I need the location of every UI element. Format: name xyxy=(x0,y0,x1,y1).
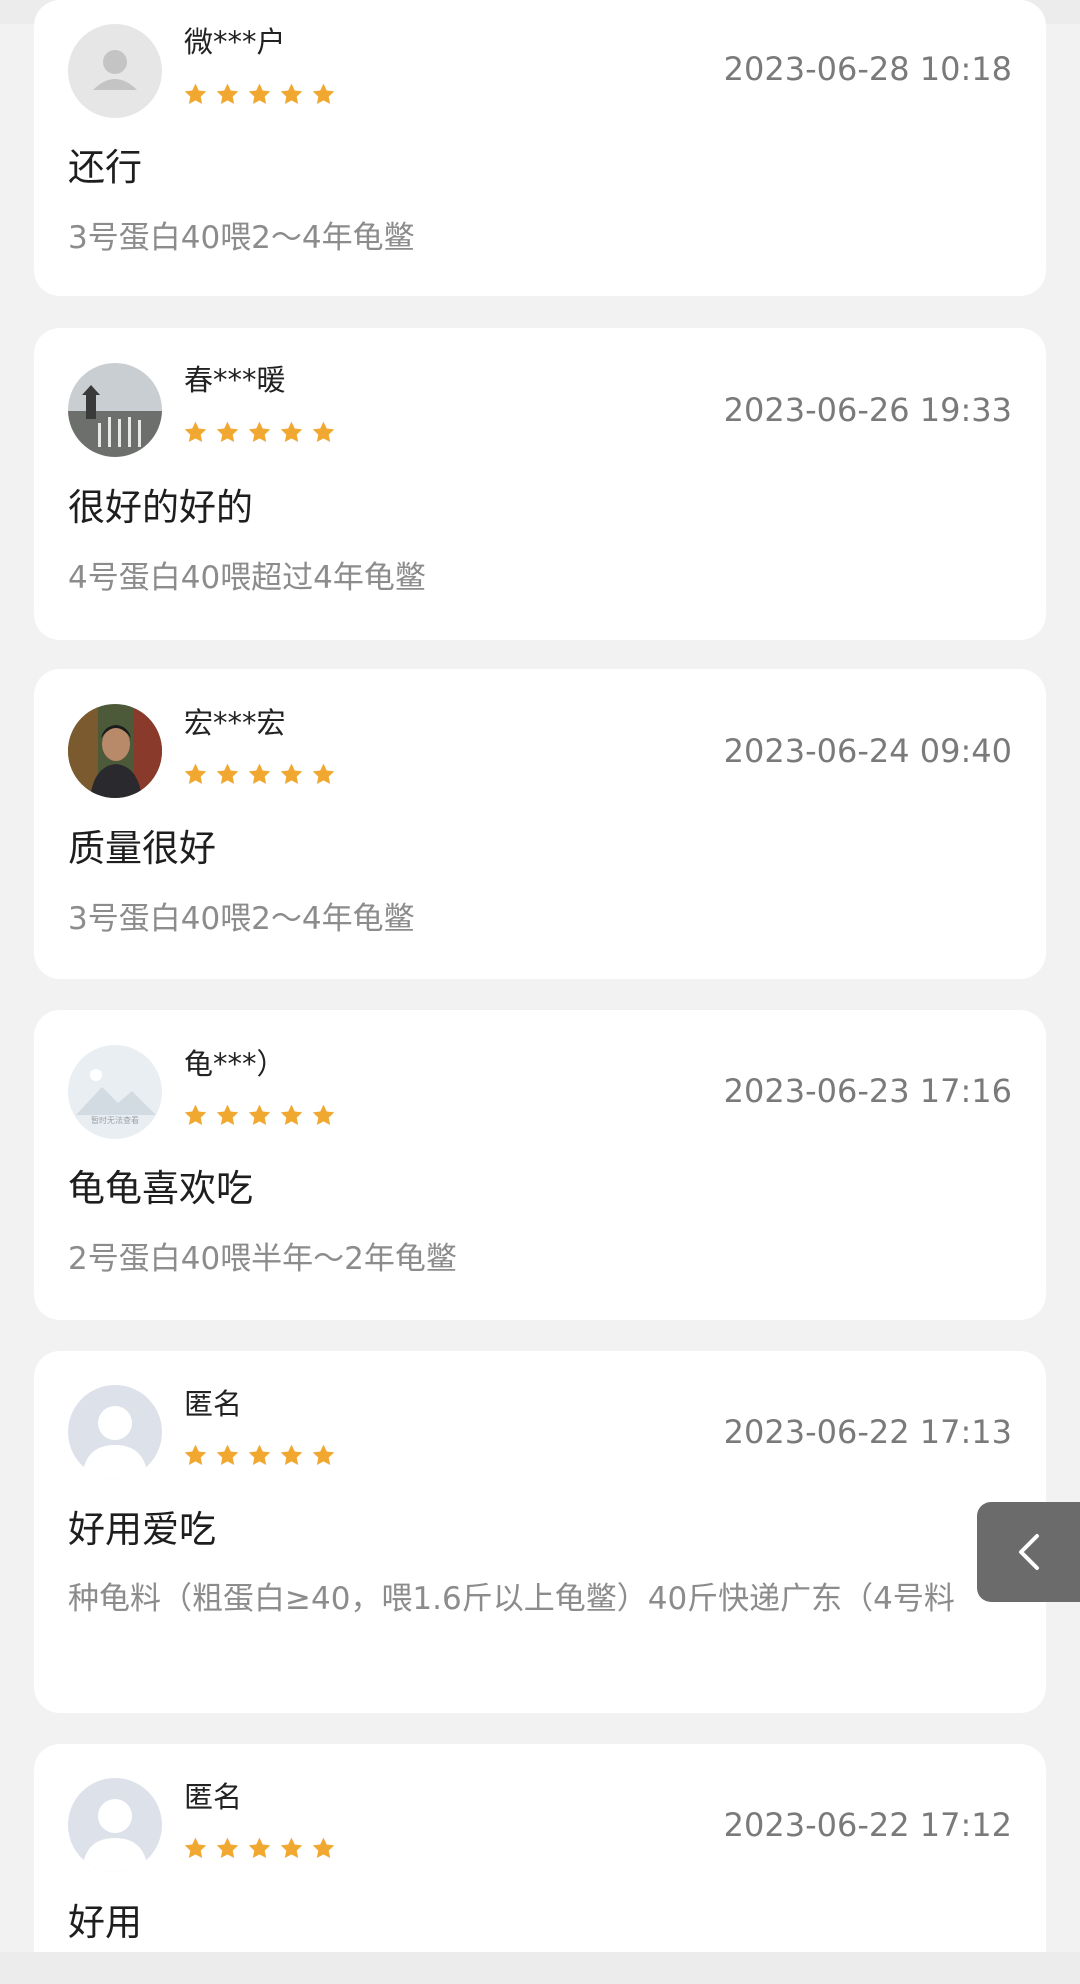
star-icon xyxy=(312,83,335,104)
review-card: 匿名 2023-06-22 17:13 好用爱吃 种龟料（粗蛋白≥40，喂1.6… xyxy=(34,1351,1046,1713)
portrait-photo-avatar[interactable] xyxy=(68,704,162,798)
review-card: 暂时无法查看 龟***） 2023-06-23 17:16 龟龟喜欢吃 2号蛋白… xyxy=(34,1010,1046,1320)
star-icon xyxy=(248,1837,271,1858)
product-spec: 种龟料（粗蛋白≥40，喂1.6斤以上龟鳖）40斤快递广东（4号料 xyxy=(68,1581,955,1617)
product-spec: 3号蛋白40喂2～4年龟鳖 xyxy=(68,901,415,937)
bottom-edge-strip xyxy=(0,1952,1080,1984)
star-icon xyxy=(280,763,303,784)
star-rating xyxy=(183,762,336,788)
floating-back-button[interactable] xyxy=(977,1502,1080,1602)
star-icon xyxy=(216,1104,239,1125)
star-icon xyxy=(248,763,271,784)
username: 春***暖 xyxy=(184,363,286,397)
product-spec: 2号蛋白40喂半年～2年龟鳖 xyxy=(68,1241,457,1277)
review-comment: 很好的好的 xyxy=(68,486,253,529)
review-date: 2023-06-22 17:13 xyxy=(723,1413,1012,1451)
star-icon xyxy=(280,1444,303,1465)
star-icon xyxy=(184,1444,207,1465)
review-card: 匿名 2023-06-22 17:12 好用 xyxy=(34,1744,1046,1984)
star-icon xyxy=(248,1444,271,1465)
star-icon xyxy=(312,1104,335,1125)
review-date: 2023-06-23 17:16 xyxy=(723,1072,1012,1110)
review-comment: 好用爱吃 xyxy=(68,1508,216,1551)
star-rating xyxy=(183,82,336,108)
star-icon xyxy=(216,421,239,442)
star-icon xyxy=(248,421,271,442)
username: 龟***） xyxy=(184,1047,286,1081)
star-rating xyxy=(183,1836,336,1862)
review-card: 宏***宏 2023-06-24 09:40 质量很好 3号蛋白40喂2～4年龟… xyxy=(34,669,1046,979)
review-date: 2023-06-26 19:33 xyxy=(723,391,1012,429)
username: 微***户 xyxy=(184,25,286,59)
star-icon xyxy=(184,763,207,784)
review-comment: 质量很好 xyxy=(68,827,216,870)
star-icon xyxy=(280,1837,303,1858)
star-icon xyxy=(280,1104,303,1125)
review-comment: 龟龟喜欢吃 xyxy=(68,1167,253,1210)
avatar-caption: 暂时无法查看 xyxy=(91,1115,139,1125)
star-icon xyxy=(184,1837,207,1858)
star-icon xyxy=(184,1104,207,1125)
star-icon xyxy=(312,421,335,442)
anonymous-user-avatar[interactable] xyxy=(68,1778,162,1872)
star-icon xyxy=(216,1837,239,1858)
star-rating xyxy=(183,420,336,446)
username: 宏***宏 xyxy=(184,706,286,740)
star-icon xyxy=(248,1104,271,1125)
anonymous-user-avatar[interactable] xyxy=(68,1385,162,1479)
review-card: 春***暖 2023-06-26 19:33 很好的好的 4号蛋白40喂超过4年… xyxy=(34,328,1046,640)
review-comment: 还行 xyxy=(68,146,142,189)
star-icon xyxy=(312,1444,335,1465)
review-comment: 好用 xyxy=(68,1901,142,1944)
landscape-photo-avatar[interactable] xyxy=(68,363,162,457)
star-icon xyxy=(216,83,239,104)
image-unavailable-avatar[interactable]: 暂时无法查看 xyxy=(68,1045,162,1139)
username: 匿名 xyxy=(184,1780,243,1814)
star-icon xyxy=(184,421,207,442)
star-icon xyxy=(312,763,335,784)
star-icon xyxy=(280,421,303,442)
star-icon xyxy=(184,83,207,104)
review-date: 2023-06-28 10:18 xyxy=(723,50,1012,88)
star-icon xyxy=(216,1444,239,1465)
chevron-left-icon xyxy=(1019,1534,1039,1570)
review-card: 微***户 2023-06-28 10:18 还行 3号蛋白40喂2～4年龟鳖 xyxy=(34,0,1046,296)
star-rating xyxy=(183,1103,336,1129)
default-user-avatar[interactable] xyxy=(68,24,162,118)
username: 匿名 xyxy=(184,1387,243,1421)
star-rating xyxy=(183,1443,336,1469)
star-icon xyxy=(280,83,303,104)
star-icon xyxy=(216,763,239,784)
review-date: 2023-06-24 09:40 xyxy=(723,732,1012,770)
product-spec: 4号蛋白40喂超过4年龟鳖 xyxy=(68,560,426,596)
star-icon xyxy=(312,1837,335,1858)
review-date: 2023-06-22 17:12 xyxy=(723,1806,1012,1844)
star-icon xyxy=(248,83,271,104)
product-spec: 3号蛋白40喂2～4年龟鳖 xyxy=(68,220,415,256)
